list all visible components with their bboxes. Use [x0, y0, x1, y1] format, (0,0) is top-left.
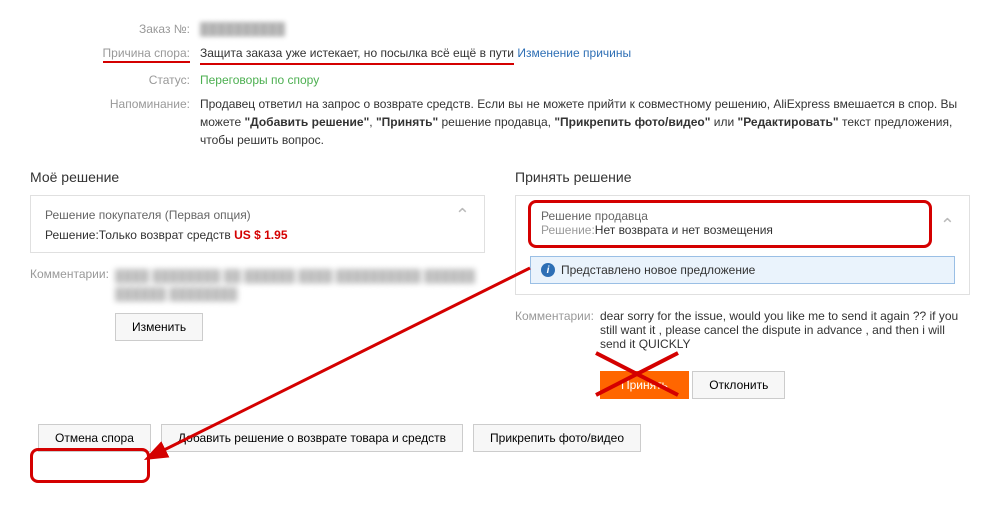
reason-label: Причина спора: — [30, 44, 200, 65]
add-solution-button[interactable]: Добавить решение о возврате товара и сре… — [161, 424, 463, 452]
buyer-comments-label: Комментарии: — [30, 267, 115, 341]
order-label: Заказ №: — [30, 20, 200, 38]
reminder-label: Напоминание: — [30, 95, 200, 149]
seller-panel-title: Решение продавца — [541, 209, 919, 223]
change-reason-link[interactable]: Изменение причины — [517, 46, 631, 60]
buyer-decision: Решение:Только возврат средств US $ 1.95 — [45, 228, 470, 242]
reason-value: Защита заказа уже истекает, но посылка в… — [200, 44, 970, 65]
chevron-up-icon[interactable]: ⌃ — [940, 216, 955, 234]
edit-button[interactable]: Изменить — [115, 313, 203, 341]
seller-comments-label: Комментарии: — [515, 309, 600, 351]
cancel-dispute-button[interactable]: Отмена спора — [38, 424, 151, 452]
buyer-title: Моё решение — [30, 169, 485, 185]
attach-media-button[interactable]: Прикрепить фото/видео — [473, 424, 641, 452]
order-number: ██████████ — [200, 20, 970, 38]
status-label: Статус: — [30, 71, 200, 89]
chevron-up-icon[interactable]: ⌃ — [455, 206, 470, 224]
reject-button[interactable]: Отклонить — [692, 371, 785, 399]
seller-comments-text: dear sorry for the issue, would you like… — [600, 309, 970, 351]
new-offer-notice: i Представлено новое предложение — [530, 256, 955, 284]
status-value: Переговоры по спору — [200, 71, 970, 89]
reminder-text: Продавец ответил на запрос о возврате ср… — [200, 95, 970, 149]
accept-button[interactable]: Принять — [600, 371, 689, 399]
seller-decision: Решение:Нет возврата и нет возмещения — [541, 223, 919, 237]
info-icon: i — [541, 263, 555, 277]
buyer-comments-text: ████ ████████ ██ ██████ ████ ██████████ … — [115, 267, 485, 303]
seller-title: Принять решение — [515, 169, 970, 185]
seller-panel: Решение продавца Решение:Нет возврата и … — [515, 195, 970, 295]
buyer-panel-title: Решение покупателя (Первая опция) — [45, 208, 251, 222]
buyer-panel: Решение покупателя (Первая опция) ⌃ Реше… — [30, 195, 485, 253]
